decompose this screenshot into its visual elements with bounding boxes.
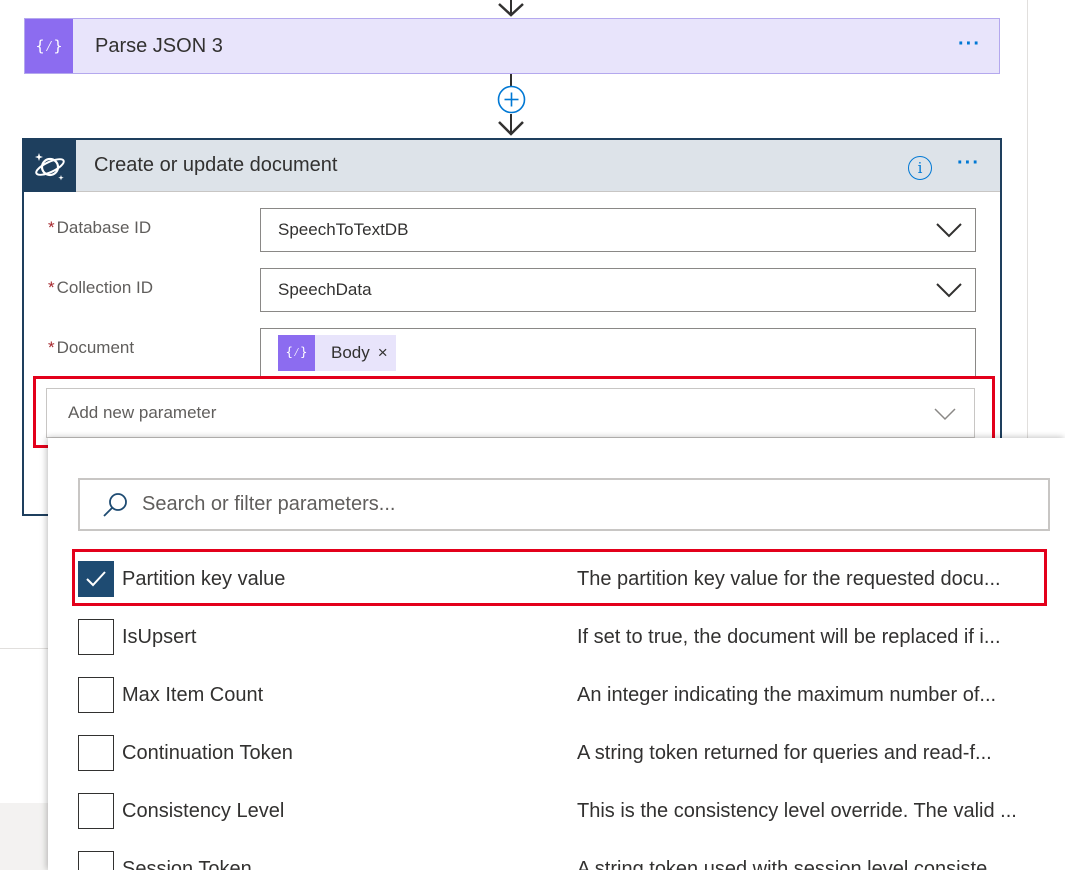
parameter-checkbox[interactable] (78, 793, 114, 829)
chevron-down-icon[interactable] (934, 408, 956, 421)
parameter-name: Max Item Count (122, 683, 264, 706)
braces-icon: {⁄} (25, 19, 73, 73)
parameter-description: A string token used with session level c… (577, 857, 1004, 870)
add-new-parameter-label: Add new parameter (68, 403, 217, 422)
parameter-row[interactable]: Max Item Count An integer indicating the … (78, 675, 1048, 715)
database-id-label: * Database ID (48, 218, 151, 238)
document-label: * Document (48, 338, 134, 358)
parameter-search-input[interactable] (142, 493, 1002, 516)
info-icon[interactable]: i (908, 156, 932, 180)
required-marker: * (48, 338, 55, 357)
token-remove-button[interactable]: × (378, 343, 388, 363)
left-bottom-strip (0, 803, 48, 870)
database-id-value: SpeechToTextDB (278, 220, 409, 239)
parameter-description: A string token returned for queries and … (577, 741, 992, 764)
parameter-name: Session Token (122, 857, 252, 870)
parse-json-menu-button[interactable]: ··· (958, 33, 981, 56)
parameter-name: Consistency Level (122, 799, 285, 822)
insert-step-plus-icon[interactable] (497, 85, 526, 114)
braces-icon: {⁄} (278, 334, 315, 371)
database-id-label-text: Database ID (56, 218, 152, 237)
cosmos-db-icon (24, 139, 76, 192)
collection-id-label: * Collection ID (48, 278, 153, 298)
parameter-checkbox[interactable] (78, 619, 114, 655)
parameter-description: This is the consistency level override. … (577, 799, 1017, 822)
collection-id-value: SpeechData (278, 280, 372, 299)
create-document-menu-button[interactable]: ··· (957, 152, 980, 175)
chevron-down-icon[interactable] (935, 281, 963, 299)
parameter-dropdown: Partition key valueThe partition key val… (48, 438, 1065, 870)
parameter-name: IsUpsert (122, 625, 197, 648)
document-field[interactable]: {⁄} Body × (260, 328, 976, 376)
parameter-row[interactable]: IsUpsert If set to true, the document wil… (78, 617, 1048, 657)
partition-key-highlight (72, 549, 1047, 606)
parameter-description: If set to true, the document will be rep… (577, 625, 1001, 648)
required-marker: * (48, 278, 55, 297)
database-id-select[interactable]: SpeechToTextDB (260, 208, 976, 252)
add-new-parameter-select[interactable]: Add new parameter (46, 388, 975, 438)
collection-id-label-text: Collection ID (56, 278, 153, 297)
chevron-down-icon[interactable] (935, 221, 963, 239)
parameter-checkbox[interactable] (78, 735, 114, 771)
body-token-label: Body (331, 342, 370, 362)
search-icon (103, 492, 127, 517)
connector-arrow-top (498, 0, 524, 17)
parameter-search-box[interactable] (78, 478, 1050, 531)
document-label-text: Document (56, 338, 135, 357)
parameter-checkbox[interactable] (78, 677, 114, 713)
create-document-header[interactable]: Create or update document i ··· (24, 139, 1000, 192)
parameter-row[interactable]: Session Token A string token used with se… (78, 849, 1048, 870)
parse-json-card[interactable]: {⁄} Parse JSON 3 ··· (24, 18, 1000, 74)
parameter-description: An integer indicating the maximum number… (577, 683, 997, 706)
collection-id-select[interactable]: SpeechData (260, 268, 976, 312)
body-token[interactable]: {⁄} Body × (278, 334, 396, 371)
parameter-row[interactable]: Consistency Level This is the consistency… (78, 791, 1048, 831)
parameter-row[interactable]: Continuation Token A string token returne… (78, 733, 1048, 773)
create-document-title: Create or update document (94, 154, 338, 176)
right-panel-divider (1027, 0, 1028, 440)
required-marker: * (48, 218, 55, 237)
parameter-checkbox[interactable] (78, 851, 114, 870)
parameter-name: Continuation Token (122, 741, 293, 764)
parse-json-title: Parse JSON 3 (95, 34, 223, 57)
